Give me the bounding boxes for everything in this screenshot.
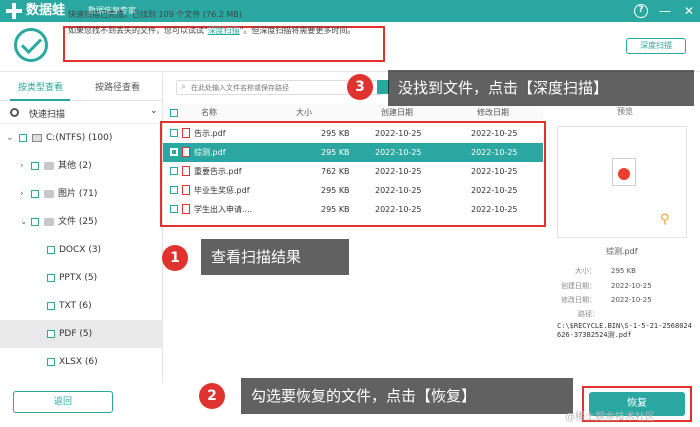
tab-by-path[interactable]: 按路径查看 xyxy=(95,82,140,94)
minimize-icon[interactable]: — xyxy=(658,4,672,18)
tree-item-other[interactable]: › 其他 (2) xyxy=(0,152,163,180)
checkbox[interactable] xyxy=(47,330,55,338)
tree-item-txt[interactable]: TXT (6) xyxy=(0,292,163,320)
image-icon xyxy=(44,190,54,198)
scan-result-summary: 快速扫描已完成，已找到 109 个文件 (76.2 MB) xyxy=(68,10,242,19)
preview-file-name: 综测.pdf xyxy=(606,247,638,256)
chevron-right-icon[interactable]: › xyxy=(20,152,24,180)
preview-title: 预览 xyxy=(617,107,633,116)
deep-scan-hint: 如果您找不到丢失的文件，您可以试试"深度扫描"。但深度扫描将需要更多时间。 xyxy=(68,26,356,35)
column-header-size[interactable]: 大小 xyxy=(296,107,312,118)
scan-complete-check-icon xyxy=(14,28,48,62)
scan-mode-icon xyxy=(10,108,19,117)
left-panel: 按类型查看 按路径查看 快速扫描 ⌄ ⌄ C:(NTFS) (100) › 其他… xyxy=(0,73,163,383)
checkbox[interactable] xyxy=(31,162,39,170)
pdf-preview-icon xyxy=(612,158,636,186)
tree-item-xlsx[interactable]: XLSX (6) xyxy=(0,348,163,376)
tree-item-docx[interactable]: DOCX (3) xyxy=(0,236,163,264)
tree-item-label: XLSX (6) xyxy=(59,357,98,367)
step-3-badge: 3 xyxy=(347,74,373,100)
checkbox[interactable] xyxy=(47,246,55,254)
watermark: @稀土掘金技术社区 xyxy=(565,412,655,423)
chevron-down-icon[interactable]: ⌄ xyxy=(20,208,28,236)
callout-view-results: 查看扫描结果 xyxy=(201,239,349,275)
checkbox[interactable] xyxy=(47,358,55,366)
callout-select-recover: 勾选要恢复的文件，点击【恢复】 xyxy=(241,378,573,414)
view-tabs: 按类型查看 按路径查看 xyxy=(0,73,163,101)
back-button[interactable]: 返回 xyxy=(13,391,113,413)
scan-mode-label: 快速扫描 xyxy=(29,110,66,120)
tree-item-label: 文件 (25) xyxy=(58,217,98,227)
callout-text: 查看扫描结果 xyxy=(211,248,302,266)
size-value: 295 KB xyxy=(611,267,636,275)
size-label: 大小： xyxy=(575,267,596,275)
app-name: 数据蛙 xyxy=(26,3,66,18)
highlight-box-file-list xyxy=(160,121,546,227)
chevron-down-icon: ⌄ xyxy=(150,106,158,116)
callout-text: 没找到文件，点击【深度扫描】 xyxy=(398,79,609,97)
modified-value: 2022-10-25 xyxy=(611,296,652,304)
deep-scan-link[interactable]: 深度扫描 xyxy=(208,26,240,35)
window-controls: ? — ✕ xyxy=(634,0,696,22)
close-icon[interactable]: ✕ xyxy=(682,4,696,18)
tree-item-label: TXT (6) xyxy=(59,301,92,311)
tree-item-images[interactable]: › 图片 (71) xyxy=(0,180,163,208)
column-header-modified[interactable]: 修改日期 xyxy=(477,107,509,118)
tree-item-pdf[interactable]: PDF (5) xyxy=(0,320,163,348)
path-label: 路径： xyxy=(578,310,599,318)
drive-icon xyxy=(32,134,42,142)
step-1-badge: 1 xyxy=(162,245,188,271)
tree-item-label: C:(NTFS) (100) xyxy=(46,133,113,143)
step-2-badge: 2 xyxy=(199,383,225,409)
tree-item-drive-c[interactable]: ⌄ C:(NTFS) (100) xyxy=(0,124,163,152)
callout-text: 勾选要恢复的文件，点击【恢复】 xyxy=(251,387,477,405)
tree-item-label: PDF (5) xyxy=(59,329,93,339)
modified-label: 修改日期： xyxy=(561,296,596,304)
tree-item-label: DOCX (3) xyxy=(59,245,102,255)
tree-item-pptx[interactable]: PPTX (5) xyxy=(0,264,163,292)
column-header-name[interactable]: 名称 xyxy=(201,107,217,118)
select-all-checkbox[interactable] xyxy=(170,109,178,117)
path-value: C:\$RECYCLE.BIN\S-1-5-21-2568024626-3738… xyxy=(557,322,692,339)
tree-item-label: 图片 (71) xyxy=(58,189,98,199)
checkbox[interactable] xyxy=(47,274,55,282)
active-tab-indicator xyxy=(10,99,70,101)
checkbox[interactable] xyxy=(47,302,55,310)
chevron-right-icon[interactable]: › xyxy=(20,180,24,208)
tree-item-label: PPTX (5) xyxy=(59,273,98,283)
tab-by-type[interactable]: 按类型查看 xyxy=(18,82,63,94)
document-icon xyxy=(44,218,54,226)
created-label: 创建日期： xyxy=(561,282,596,290)
scan-mode-select[interactable]: 快速扫描 ⌄ xyxy=(0,102,163,124)
app-logo-icon xyxy=(6,3,22,19)
tree-item-label: 其他 (2) xyxy=(58,161,92,171)
checkbox[interactable] xyxy=(31,218,39,226)
search-icon: ⌕ xyxy=(181,82,187,92)
zoom-icon[interactable]: ⚲ xyxy=(660,212,670,227)
column-header-created[interactable]: 创建日期 xyxy=(381,107,413,118)
file-list-header: 名称 大小 创建日期 修改日期 xyxy=(163,104,543,122)
checkbox[interactable] xyxy=(31,190,39,198)
tree-item-documents[interactable]: ⌄ 文件 (25) xyxy=(0,208,163,236)
help-icon[interactable]: ? xyxy=(634,4,648,18)
chevron-down-icon[interactable]: ⌄ xyxy=(6,124,14,152)
deep-scan-button[interactable]: 深度扫描 xyxy=(626,38,686,54)
callout-deep-scan: 没找到文件，点击【深度扫描】 xyxy=(388,70,694,106)
checkbox[interactable] xyxy=(19,134,27,142)
folder-icon xyxy=(44,162,54,170)
created-value: 2022-10-25 xyxy=(611,282,652,290)
